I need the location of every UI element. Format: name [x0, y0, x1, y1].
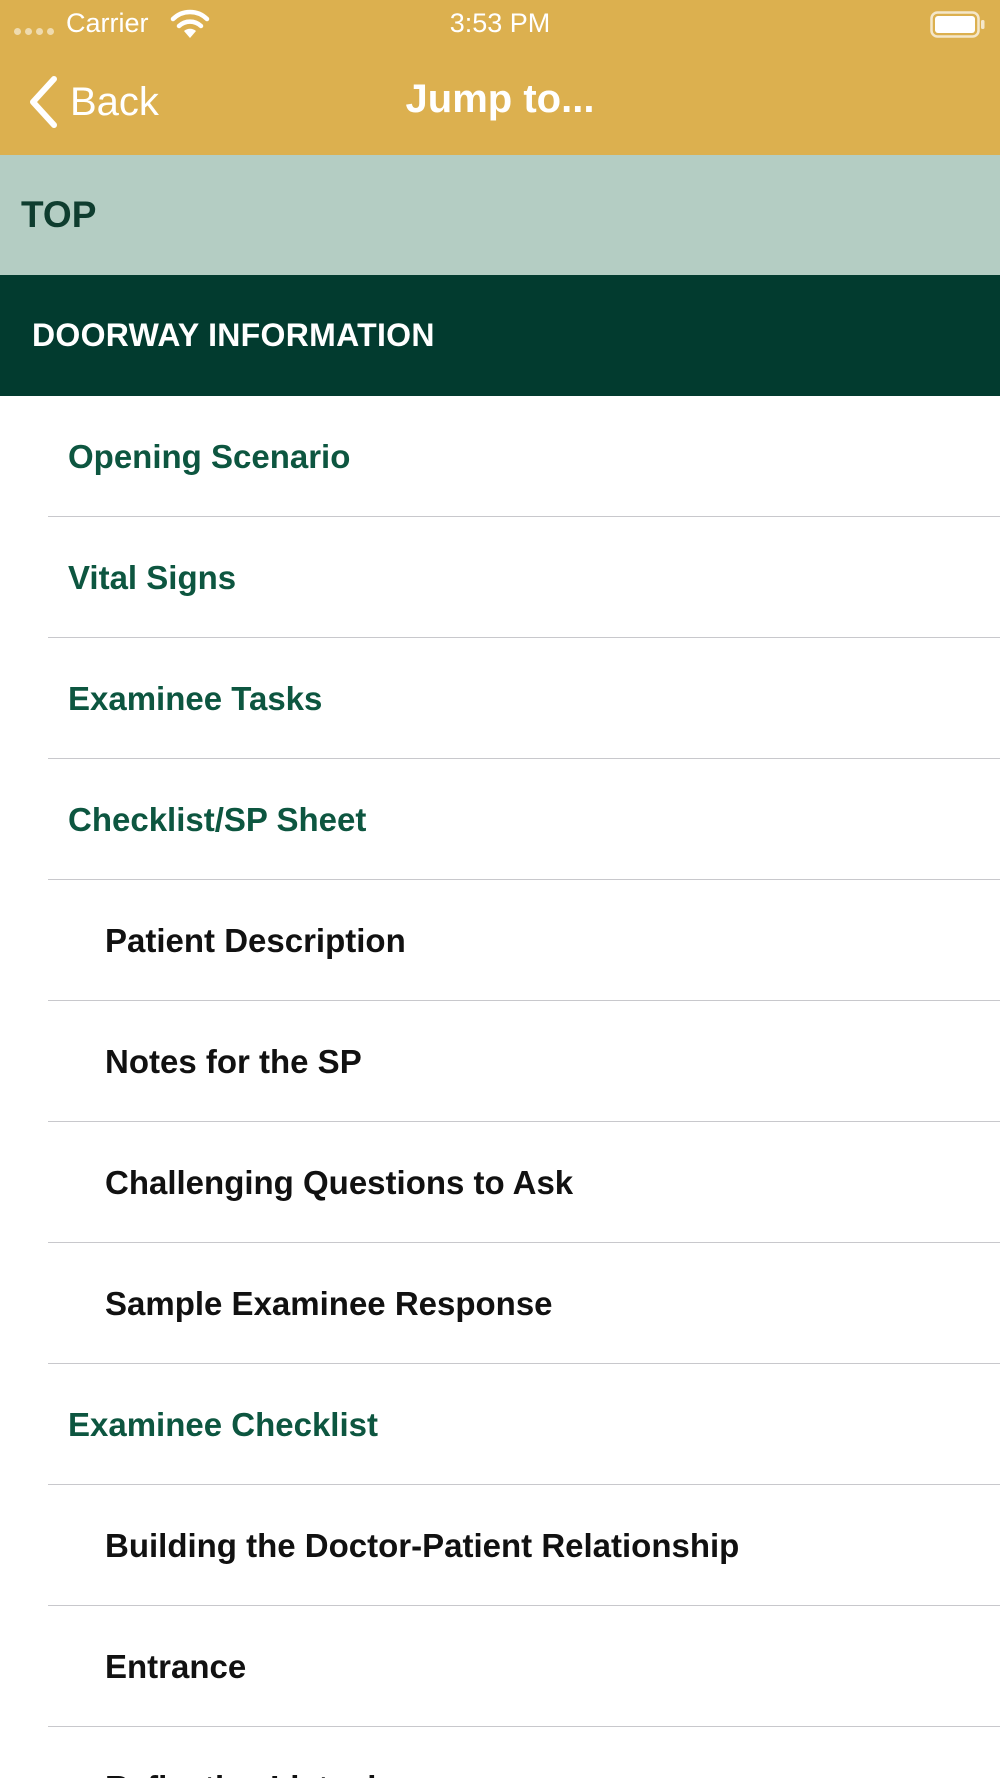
list-item[interactable]: Notes for the SP: [0, 1001, 1000, 1122]
list-item-label: Checklist/SP Sheet: [68, 800, 367, 838]
chevron-left-icon: [30, 76, 57, 128]
jump-top-row[interactable]: TOP: [0, 155, 1000, 275]
status-bar: Carrier 3:53 PM: [0, 0, 1000, 48]
list-item-label: Reflective Listening: [105, 1769, 417, 1778]
section-header-doorway-information[interactable]: DOORWAY INFORMATION: [0, 275, 1000, 396]
list-item-label: Challenging Questions to Ask: [105, 1163, 574, 1201]
list-item-label: Entrance: [105, 1647, 247, 1685]
list-item[interactable]: Entrance: [0, 1606, 1000, 1727]
list-item[interactable]: Patient Description: [0, 880, 1000, 1001]
list-item[interactable]: Sample Examinee Response: [0, 1243, 1000, 1364]
list-item[interactable]: Examinee Checklist: [0, 1364, 1000, 1485]
jump-list: Opening Scenario Vital Signs Examinee Task…: [0, 396, 1000, 1778]
list-item-label: Notes for the SP: [105, 1042, 362, 1080]
jump-top-label: TOP: [21, 194, 97, 235]
list-item[interactable]: Opening Scenario: [0, 396, 1000, 517]
battery-icon: [930, 11, 985, 38]
back-button-label: Back: [70, 79, 159, 124]
list-item-label: Examinee Tasks: [68, 679, 323, 717]
section-header-label: DOORWAY INFORMATION: [32, 317, 435, 353]
list-item[interactable]: Examinee Tasks: [0, 638, 1000, 759]
list-item[interactable]: Checklist/SP Sheet: [0, 759, 1000, 880]
back-button[interactable]: Back: [26, 74, 159, 130]
list-item[interactable]: Vital Signs: [0, 517, 1000, 638]
list-item-label: Patient Description: [105, 921, 406, 959]
list-item[interactable]: Reflective Listening: [0, 1727, 1000, 1778]
list-item[interactable]: Building the Doctor-Patient Relationship: [0, 1485, 1000, 1606]
list-item-label: Building the Doctor-Patient Relationship: [105, 1526, 740, 1564]
list-item[interactable]: Challenging Questions to Ask: [0, 1122, 1000, 1243]
status-time: 3:53 PM: [449, 8, 551, 38]
list-item-label: Sample Examinee Response: [105, 1284, 553, 1322]
navigation-bar: Carrier 3:53 PM Back Jump to...: [0, 0, 1000, 155]
list-item-label: Opening Scenario: [68, 437, 351, 475]
list-item-label: Vital Signs: [68, 558, 237, 596]
list-item-label: Examinee Checklist: [68, 1405, 378, 1443]
